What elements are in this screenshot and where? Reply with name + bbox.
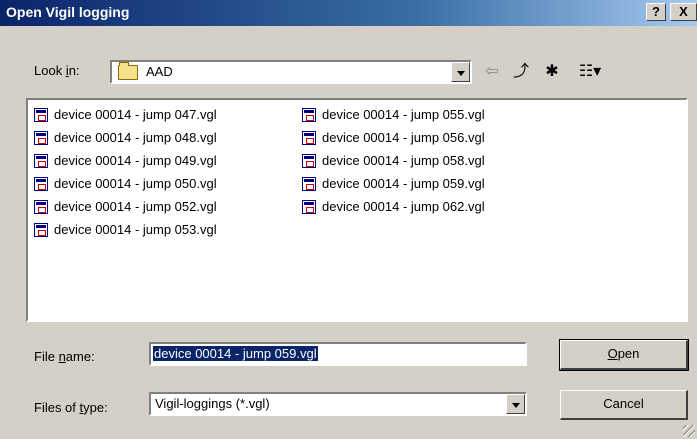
file-name-label: device 00014 - jump 049.vgl <box>54 153 217 168</box>
help-button[interactable]: ? <box>646 3 666 21</box>
vgl-file-icon <box>34 108 48 122</box>
filetype-label: Files of type: <box>34 400 108 415</box>
vgl-file-icon <box>34 131 48 145</box>
vgl-file-icon <box>302 200 316 214</box>
window-title: Open Vigil logging <box>6 4 130 20</box>
vgl-file-icon <box>34 223 48 237</box>
file-name-label: device 00014 - jump 059.vgl <box>322 176 485 191</box>
up-folder-icon[interactable]: ⤴ <box>510 62 532 82</box>
file-name-label: device 00014 - jump 048.vgl <box>54 130 217 145</box>
filename-value: device 00014 - jump 059.vgl <box>153 346 318 361</box>
filename-label: File name: <box>34 349 95 364</box>
close-button[interactable]: X <box>670 3 697 21</box>
vgl-file-icon <box>302 108 316 122</box>
lookin-dropdown-button[interactable] <box>451 62 470 82</box>
folder-icon <box>118 62 138 80</box>
file-name-label: device 00014 - jump 053.vgl <box>54 222 217 237</box>
vgl-file-icon <box>302 154 316 168</box>
vgl-file-icon <box>302 131 316 145</box>
file-name-label: device 00014 - jump 047.vgl <box>54 107 217 122</box>
vgl-file-icon <box>302 177 316 191</box>
vgl-file-icon <box>34 177 48 191</box>
filetype-dropdown-button[interactable] <box>506 394 525 414</box>
file-name-label: device 00014 - jump 050.vgl <box>54 176 217 191</box>
view-menu-icon[interactable]: ☷▾ <box>570 62 610 82</box>
filename-input[interactable]: device 00014 - jump 059.vgl <box>149 342 527 366</box>
lookin-label: Look in: <box>34 63 80 78</box>
lookin-combo[interactable]: AAD <box>110 60 472 84</box>
file-name-label: device 00014 - jump 062.vgl <box>322 199 485 214</box>
vgl-file-icon <box>34 200 48 214</box>
back-icon[interactable]: ⇦ <box>482 62 502 82</box>
file-name-label: device 00014 - jump 055.vgl <box>322 107 485 122</box>
cancel-button[interactable]: Cancel <box>560 390 688 420</box>
filetype-combo[interactable]: Vigil-loggings (*.vgl) <box>149 392 527 416</box>
title-bar[interactable]: Open Vigil logging ? X <box>0 0 697 26</box>
vgl-file-icon <box>34 154 48 168</box>
open-button[interactable]: Open <box>559 339 689 371</box>
file-name-label: device 00014 - jump 058.vgl <box>322 153 485 168</box>
resize-grip[interactable] <box>683 425 695 437</box>
file-name-label: device 00014 - jump 052.vgl <box>54 199 217 214</box>
file-list[interactable]: device 00014 - jump 047.vgl device 00014 … <box>26 98 688 322</box>
new-folder-icon[interactable]: ✱ <box>540 62 564 82</box>
lookin-value: AAD <box>146 64 173 79</box>
filetype-value: Vigil-loggings (*.vgl) <box>155 396 270 411</box>
file-name-label: device 00014 - jump 056.vgl <box>322 130 485 145</box>
